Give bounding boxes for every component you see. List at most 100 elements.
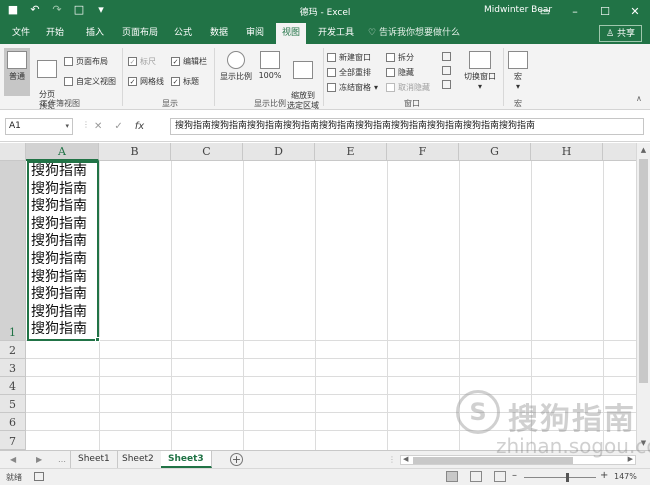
ruler-checkbox[interactable]: ✓ 标尺 <box>128 56 156 67</box>
sheet-tab-sheet2[interactable]: Sheet2 <box>115 451 162 468</box>
macro-record-icon[interactable] <box>34 472 44 481</box>
minimize-icon[interactable]: – <box>560 0 590 23</box>
tab-page-layout[interactable]: 页面布局 <box>116 23 164 44</box>
insert-function-icon[interactable]: fx <box>135 118 144 135</box>
normal-view-button[interactable]: 普通 <box>4 48 30 96</box>
hide-button[interactable]: 隐藏 <box>386 67 414 78</box>
column-header-b[interactable]: B <box>99 143 171 161</box>
reset-window-position-icon[interactable] <box>442 80 451 89</box>
switch-windows-button[interactable]: 切换窗口 ▾ <box>460 48 500 96</box>
row-header-5[interactable]: 5 <box>0 395 26 413</box>
arrange-all-label: 全部重排 <box>339 68 371 77</box>
normal-view-icon <box>7 51 27 69</box>
cancel-icon[interactable]: ✕ <box>94 118 102 135</box>
splitter-dots-icon[interactable]: ⋮ <box>82 120 90 129</box>
collapse-ribbon-icon[interactable]: ∧ <box>636 94 642 103</box>
sheet-tab-sheet3[interactable]: Sheet3 <box>161 451 212 468</box>
cell-a1[interactable]: 搜狗指南 搜狗指南 搜狗指南 搜狗指南 搜狗指南 搜狗指南 搜狗指南 搜狗指南 … <box>27 161 99 341</box>
tell-me-box[interactable]: ♡ 告诉我你想要做什么 <box>368 23 460 44</box>
close-icon[interactable]: ✕ <box>620 0 650 23</box>
row-header-3[interactable]: 3 <box>0 359 26 377</box>
enter-icon[interactable]: ✓ <box>114 118 122 135</box>
page-layout-view-button[interactable]: 页面布局 <box>64 56 108 67</box>
view-side-by-side-icon[interactable] <box>442 52 451 61</box>
share-button[interactable]: ♙ 共享 <box>599 25 642 42</box>
split-button[interactable]: 拆分 <box>386 52 414 63</box>
fill-handle[interactable] <box>95 337 100 342</box>
gridline <box>26 358 636 359</box>
zoom-in-icon[interactable]: + <box>600 470 608 481</box>
name-box[interactable]: A1 ▾ <box>5 118 73 135</box>
cell-text-line: 搜狗指南 <box>31 268 87 285</box>
scroll-left-icon[interactable]: ◀ <box>403 455 408 463</box>
row-header-4[interactable]: 4 <box>0 377 26 395</box>
tab-formulas[interactable]: 公式 <box>168 23 198 44</box>
column-header-g[interactable]: G <box>459 143 531 161</box>
tab-developer[interactable]: 开发工具 <box>312 23 360 44</box>
zoom-slider[interactable] <box>524 477 596 478</box>
zoom-level[interactable]: 147% <box>614 472 637 481</box>
column-header-partial[interactable] <box>603 143 636 161</box>
custom-views-button[interactable]: 自定义视图 <box>64 76 116 87</box>
macro-label: 宏 <box>514 72 522 81</box>
next-sheet-icon[interactable]: ▶ <box>36 451 42 469</box>
macros-button[interactable]: 宏 ▾ <box>507 48 529 96</box>
select-all-corner[interactable] <box>0 143 26 161</box>
zoom-100-button[interactable]: 100% <box>256 48 284 96</box>
custom-views-label: 自定义视图 <box>76 77 116 86</box>
formula-bar-checkbox[interactable]: ✓ 编辑栏 <box>171 56 207 67</box>
tab-home[interactable]: 开始 <box>40 23 70 44</box>
maximize-icon[interactable]: ☐ <box>590 0 620 23</box>
page-break-view-icon[interactable] <box>494 471 506 482</box>
column-header-a[interactable]: A <box>26 143 99 161</box>
unhide-button[interactable]: 取消隐藏 <box>386 82 430 93</box>
headings-checkbox[interactable]: ✓ 标题 <box>171 76 199 87</box>
freeze-panes-button[interactable]: 冻结窗格 ▾ <box>327 82 378 93</box>
row-header-6[interactable]: 6 <box>0 413 26 431</box>
new-window-button[interactable]: 新建窗口 <box>327 52 371 63</box>
cell-text-line: 搜狗指南 <box>31 233 87 250</box>
scroll-thumb[interactable] <box>639 159 648 383</box>
sheet-tab-sheet1[interactable]: Sheet1 <box>70 451 118 468</box>
tab-view[interactable]: 视图 <box>276 23 307 44</box>
tab-insert[interactable]: 插入 <box>80 23 110 44</box>
column-header-f[interactable]: F <box>387 143 459 161</box>
column-header-d[interactable]: D <box>243 143 315 161</box>
sheet-more-icon[interactable]: … <box>58 451 66 469</box>
scroll-up-icon[interactable]: ▲ <box>637 144 650 156</box>
normal-view-icon[interactable] <box>446 471 458 482</box>
row-header-1[interactable]: 1 <box>0 161 26 341</box>
gridlines-checkbox[interactable]: ✓ 网格线 <box>128 76 164 87</box>
magnifier-icon <box>227 51 245 69</box>
synchronous-scrolling-icon[interactable] <box>442 66 451 75</box>
zoom-slider-knob[interactable] <box>566 473 569 482</box>
page-layout-view-icon[interactable] <box>470 471 482 482</box>
row-number: 6 <box>9 416 16 429</box>
column-header-e[interactable]: E <box>315 143 387 161</box>
split-label: 拆分 <box>398 53 414 62</box>
cell-text-line: 搜狗指南 <box>31 250 87 267</box>
tab-data[interactable]: 数据 <box>204 23 234 44</box>
scroll-thumb[interactable] <box>413 457 573 464</box>
tab-splitter-icon[interactable]: ⋮ <box>388 451 396 469</box>
arrange-all-button[interactable]: 全部重排 <box>327 67 371 78</box>
tab-file[interactable]: 文件 <box>6 23 36 44</box>
column-header-h[interactable]: H <box>531 143 603 161</box>
add-sheet-icon[interactable]: + <box>230 453 243 466</box>
formula-input[interactable]: 搜狗指南搜狗指南搜狗指南搜狗指南搜狗指南搜狗指南搜狗指南搜狗指南搜狗指南搜狗指南 <box>170 118 644 135</box>
zoom-button[interactable]: 显示比例 <box>218 48 254 96</box>
row-header-7[interactable]: 7 <box>0 431 26 450</box>
zoom-to-selection-button[interactable]: 缩放到 选定区域 <box>285 48 321 110</box>
column-header-c[interactable]: C <box>171 143 243 161</box>
zoom-out-icon[interactable]: – <box>512 470 517 481</box>
prev-sheet-icon[interactable]: ◀ <box>10 451 16 469</box>
chevron-down-icon[interactable]: ▾ <box>65 119 69 134</box>
ribbon-display-icon[interactable]: ▭ <box>530 0 560 23</box>
chevron-down-icon: ▾ <box>374 83 379 92</box>
watermark-url: zhinan.sogou.com <box>496 434 650 458</box>
vertical-scrollbar[interactable]: ▲ ▼ <box>636 143 650 450</box>
page-break-preview-button[interactable]: 分页 预览 <box>33 48 61 110</box>
tab-review[interactable]: 审阅 <box>240 23 270 44</box>
row-number: 2 <box>9 344 16 357</box>
row-header-2[interactable]: 2 <box>0 341 26 359</box>
